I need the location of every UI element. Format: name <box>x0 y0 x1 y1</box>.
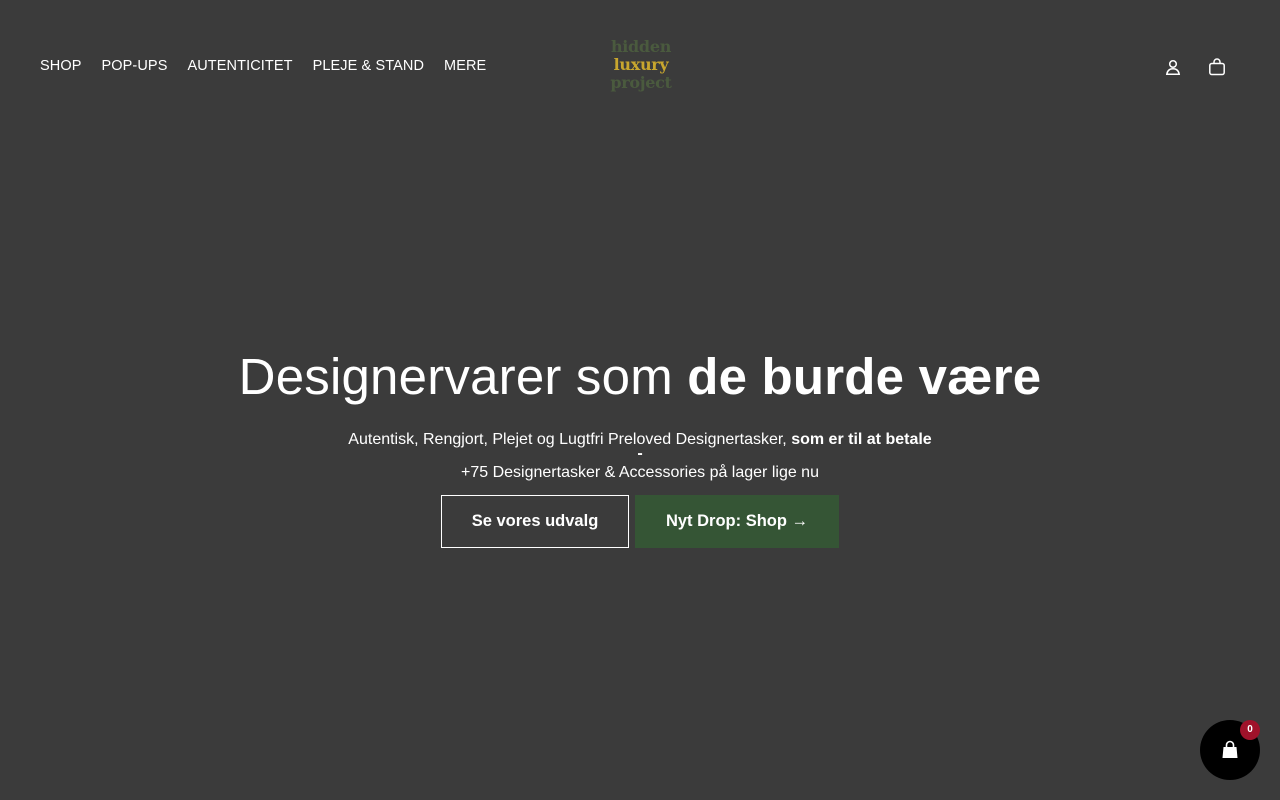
hero-subtitle-bold: som er til at betale <box>791 431 932 448</box>
hero-buttons: Se vores udvalg Nyt Drop: Shop → <box>0 495 1280 548</box>
hero-subtitle-regular: Autentisk, Rengjort, Plejet og Lugtfri P… <box>348 431 792 448</box>
cart-count-badge: 0 <box>1240 720 1260 740</box>
nav-item-shop[interactable]: SHOP <box>40 57 82 75</box>
new-drop-shop-button[interactable]: Nyt Drop: Shop → <box>635 495 839 548</box>
logo[interactable]: hidden luxury project <box>606 38 676 98</box>
nav-item-pleje-stand[interactable]: PLEJE & STAND <box>313 57 424 75</box>
page: SHOP POP-UPS AUTENTICITET PLEJE & STAND … <box>0 0 1280 800</box>
logo-line-luxury: luxury <box>613 55 669 74</box>
nav-item-autenticitet[interactable]: AUTENTICITET <box>187 57 292 75</box>
shopping-bag-icon <box>1222 740 1238 758</box>
see-selection-button[interactable]: Se vores udvalg <box>441 495 629 548</box>
logo-line-hidden: hidden <box>610 37 672 56</box>
hero-section: Designervarer som de burde være Autentis… <box>0 340 1280 548</box>
nav-item-mere[interactable]: MERE <box>444 57 486 75</box>
hero-title-bold: de burde være <box>687 348 1042 405</box>
nav-item-pop-ups[interactable]: POP-UPS <box>102 57 168 75</box>
bag-icon[interactable] <box>1206 56 1228 78</box>
hero-separator: - <box>637 445 643 462</box>
logo-line-project: project <box>610 73 672 92</box>
main-nav: SHOP POP-UPS AUTENTICITET PLEJE & STAND … <box>40 57 486 75</box>
header-actions <box>1162 56 1228 78</box>
hero-title-regular: Designervarer som <box>238 348 688 405</box>
hero-title: Designervarer som de burde være <box>0 340 1280 414</box>
hero-stock-line: +75 Designertasker & Accessories på lage… <box>461 464 819 481</box>
site-header: SHOP POP-UPS AUTENTICITET PLEJE & STAND … <box>0 0 1280 132</box>
user-icon[interactable] <box>1162 56 1184 78</box>
